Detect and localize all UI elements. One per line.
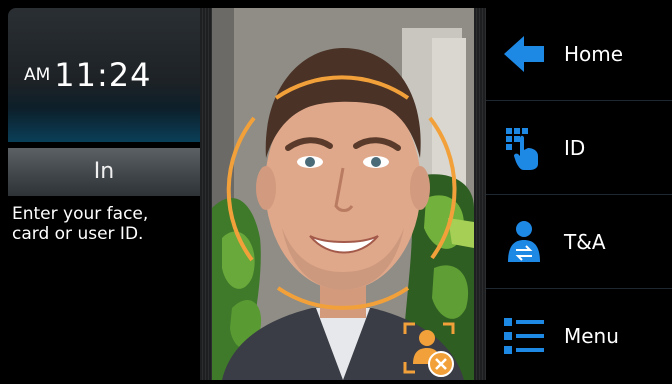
keypad-touch-icon	[502, 126, 546, 170]
clock-display: AM 11:24	[24, 56, 152, 94]
list-icon	[502, 314, 546, 358]
device-screen: AM 11:24 In Enter your face, card or user…	[0, 0, 672, 384]
divider-strip-left	[200, 8, 212, 380]
home-label: Home	[564, 42, 624, 66]
time-attendance-label: T&A	[564, 230, 606, 254]
left-panel: AM 11:24 In Enter your face, card or user…	[8, 8, 200, 380]
home-button[interactable]: Home	[486, 8, 672, 101]
instruction-text: Enter your face, card or user ID.	[12, 204, 200, 244]
instruction-line-2: card or user ID.	[12, 224, 144, 244]
user-swap-icon	[502, 220, 546, 264]
divider-strip-right	[474, 8, 486, 380]
attendance-mode-status: In	[8, 148, 200, 196]
menu-button[interactable]: Menu	[486, 290, 672, 382]
instruction-line-1: Enter your face,	[12, 204, 149, 224]
id-button[interactable]: ID	[486, 102, 672, 195]
camera-preview	[212, 8, 474, 380]
arrow-left-icon	[502, 32, 546, 76]
side-menu: Home ID T&A Menu	[486, 8, 672, 380]
clock-panel: AM 11:24	[8, 8, 200, 142]
menu-label: Menu	[564, 324, 619, 348]
time-attendance-button[interactable]: T&A	[486, 196, 672, 289]
clock-time: 11:24	[54, 56, 152, 94]
id-label: ID	[564, 136, 586, 160]
am-pm-indicator: AM	[24, 65, 51, 85]
face-scan-view	[212, 8, 474, 380]
